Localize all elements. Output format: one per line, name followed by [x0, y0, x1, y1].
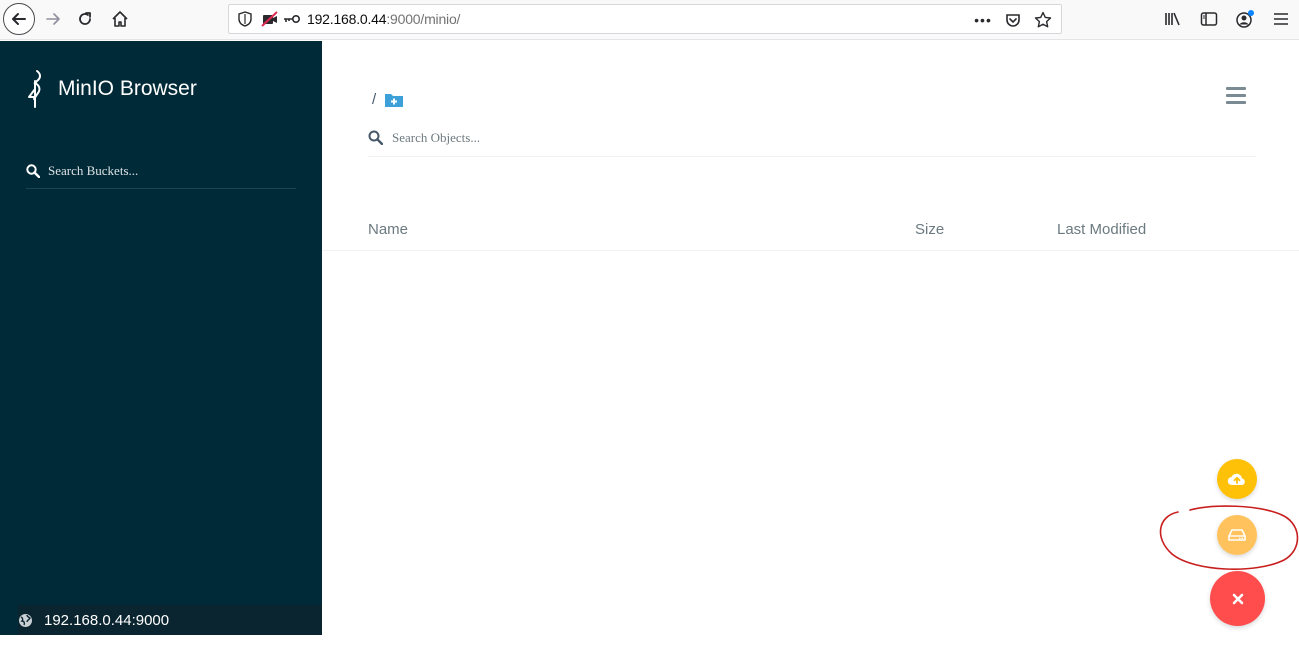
account-icon[interactable] — [1227, 0, 1263, 38]
close-icon — [1232, 593, 1243, 604]
camera-blocked-icon[interactable] — [259, 4, 281, 34]
main-content: / Search Objects... Name Size Last Modif… — [322, 41, 1299, 635]
close-fab-button[interactable] — [1210, 571, 1265, 626]
sidebar: MinIO Browser Search Buckets... 192.168.… — [0, 41, 322, 635]
create-bucket-button[interactable] — [1217, 515, 1257, 555]
window-bottom-edge — [0, 635, 1299, 661]
library-icon[interactable] — [1155, 0, 1191, 38]
url-text[interactable]: 192.168.0.44:9000/minio/ — [307, 11, 460, 27]
brand: MinIO Browser — [26, 69, 197, 109]
host-address: 192.168.0.44:9000 — [44, 611, 170, 629]
search-icon — [26, 161, 46, 181]
breadcrumb: / — [372, 91, 404, 108]
home-icon — [112, 11, 128, 27]
url-path: :9000/minio/ — [386, 11, 461, 27]
column-last-modified[interactable]: Last Modified — [1057, 221, 1146, 238]
back-button[interactable] — [2, 0, 36, 38]
column-name[interactable]: Name — [368, 221, 408, 238]
browser-toolbar: 192.168.0.44:9000/minio/ ••• — [0, 0, 1299, 40]
key-icon[interactable] — [281, 4, 303, 34]
address-bar[interactable]: 192.168.0.44:9000/minio/ ••• — [228, 4, 1062, 34]
sidebar-toggle-icon[interactable] — [1191, 0, 1227, 38]
cloud-upload-icon — [1227, 473, 1245, 486]
minio-logo-icon — [28, 70, 41, 108]
home-button[interactable] — [106, 0, 134, 38]
toolbar-right — [1155, 0, 1299, 38]
back-arrow-icon — [3, 3, 35, 35]
url-actions: ••• — [971, 5, 1055, 35]
table-header: Name Size Last Modified — [322, 211, 1299, 251]
forward-arrow-icon — [46, 13, 60, 25]
upload-file-button[interactable] — [1217, 459, 1257, 499]
new-folder-icon[interactable] — [384, 92, 404, 108]
breadcrumb-root[interactable]: / — [372, 91, 376, 108]
brand-title: MinIO Browser — [58, 77, 197, 100]
search-icon — [368, 130, 392, 145]
star-icon[interactable] — [1031, 5, 1055, 35]
object-search-input[interactable]: Search Objects... — [392, 130, 480, 146]
bucket-search-input[interactable]: Search Buckets... — [48, 163, 138, 179]
object-search[interactable]: Search Objects... — [368, 119, 1256, 157]
reload-button[interactable] — [72, 0, 98, 38]
host-info: 192.168.0.44:9000 — [18, 605, 322, 635]
app-menu-icon[interactable] — [1263, 0, 1299, 38]
globe-icon — [18, 613, 36, 628]
url-host: 192.168.0.44 — [307, 11, 387, 27]
column-size[interactable]: Size — [915, 221, 944, 238]
pocket-icon[interactable] — [1001, 5, 1025, 35]
shield-icon[interactable] — [231, 4, 259, 34]
reload-icon — [79, 12, 91, 25]
page-actions-button[interactable]: ••• — [971, 5, 995, 35]
bucket-search[interactable]: Search Buckets... — [26, 153, 296, 189]
forward-button[interactable] — [40, 0, 66, 38]
hamburger-menu-icon[interactable] — [1226, 85, 1250, 105]
hard-drive-icon — [1228, 529, 1246, 541]
